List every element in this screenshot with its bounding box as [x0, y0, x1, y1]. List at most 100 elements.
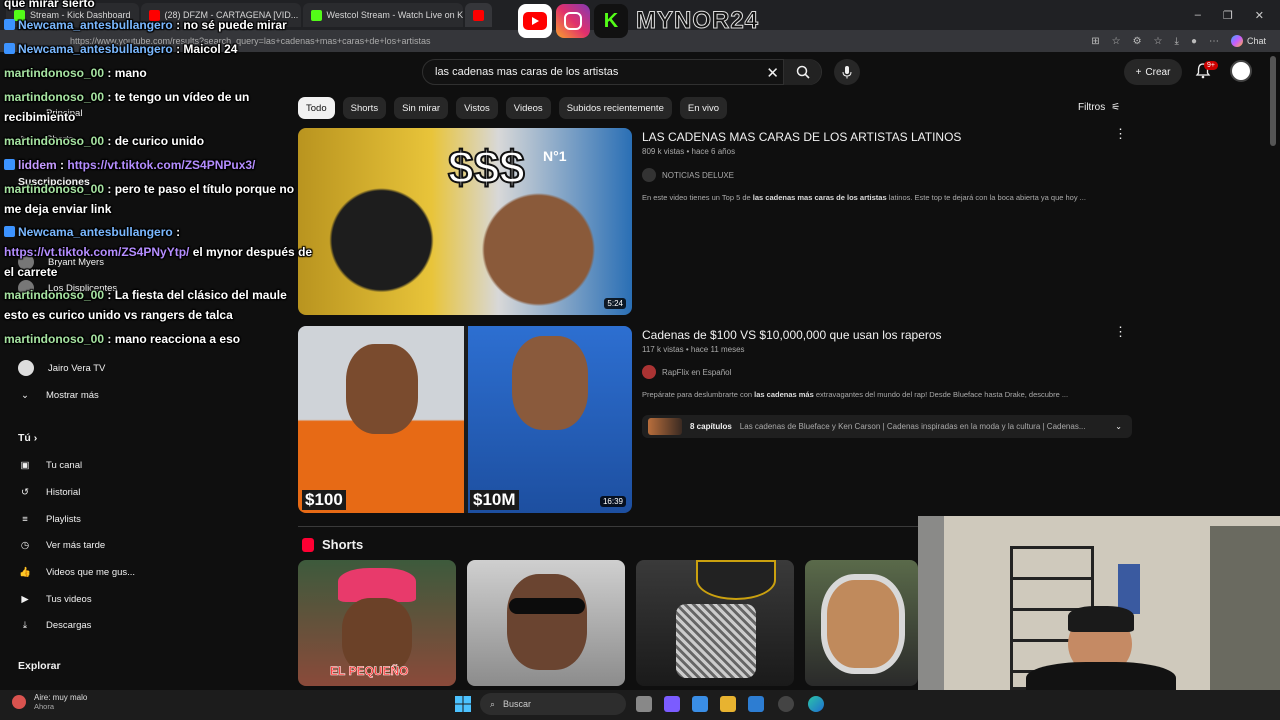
streamer-name: MYNOR24 — [635, 7, 760, 35]
chat-user: liddem — [18, 158, 57, 172]
teams-icon[interactable] — [664, 696, 680, 712]
clear-search-icon[interactable]: ✕ — [766, 64, 779, 82]
edge-browser-icon[interactable] — [808, 696, 824, 712]
video-desc-2: Prepárate para deslumbrarte con las cade… — [642, 390, 1122, 399]
thumbnail-face — [342, 598, 412, 674]
voice-search-button[interactable] — [834, 59, 860, 85]
chat-text: : mano reacciona a eso — [107, 332, 241, 346]
screen: Stream - Kick Dashboard (28) DFZM - CART… — [0, 0, 1280, 720]
chat-user: martindonoso_00 — [4, 134, 105, 148]
desc-text: En este video tienes un Top 5 de — [642, 193, 753, 202]
kick-logo-icon: K — [594, 4, 628, 38]
short-thumbnail-2[interactable] — [467, 560, 625, 686]
video-menu-icon[interactable]: ⋮ — [1114, 126, 1127, 142]
sidebar-item-historial[interactable]: ↺ Historial — [18, 485, 80, 499]
divider — [298, 526, 918, 527]
profile-icon[interactable]: ● — [1191, 36, 1197, 47]
video-title-2[interactable]: Cadenas de $100 VS $10,000,000 que usan … — [642, 328, 942, 342]
weather-widget[interactable]: Aire: muy malo Ahora — [12, 693, 87, 711]
weather-title: Aire: muy malo — [34, 693, 88, 702]
chip-videos[interactable]: Videos — [505, 97, 551, 119]
maximize-icon[interactable]: ❐ — [1223, 9, 1233, 22]
sidebar-heading-explorar: Explorar — [18, 660, 61, 672]
weather-sub: Ahora — [34, 702, 55, 711]
create-button[interactable]: + Crear — [1124, 59, 1182, 85]
more-icon[interactable]: ⋯ — [1209, 36, 1219, 47]
chat-line: Newcama_antesbullangero : no sé puede mi… — [4, 18, 287, 32]
sidebar-label: Videos que me gus... — [46, 566, 136, 578]
channel-avatar — [18, 360, 34, 376]
short-thumbnail-4[interactable] — [805, 560, 918, 686]
windows-start-icon[interactable] — [455, 696, 471, 712]
collections-icon[interactable]: ⚙ — [1133, 36, 1142, 47]
store-icon[interactable] — [692, 696, 708, 712]
sidebar-item-descargas[interactable]: ⤓ Descargas — [18, 618, 92, 632]
sidebar-label: Historial — [46, 486, 81, 498]
shorts-section-heading: Shorts — [302, 537, 363, 552]
chat-text: esto es curico unido vs rangers de talca — [4, 308, 233, 322]
sidebar-sub-jairo-vera[interactable]: Jairo Vera TV — [18, 360, 105, 376]
chat-user: Newcama_antesbullangero — [18, 42, 173, 56]
channel-name: NOTICIAS DELUXE — [662, 170, 735, 180]
file-explorer-icon[interactable] — [720, 696, 736, 712]
chat-line: que mirar sierto — [4, 0, 95, 10]
mail-icon[interactable] — [748, 696, 764, 712]
chat-link[interactable]: https://vt.tiktok.com/ZS4PNyYtp/ — [4, 245, 189, 259]
video-channel-1[interactable]: NOTICIAS DELUXE — [642, 168, 734, 182]
chat-line: me deja enviar link — [4, 202, 111, 216]
chevron-down-icon[interactable]: ⌄ — [1115, 422, 1132, 431]
sidebar-item-liked[interactable]: 👍 Videos que me gus... — [18, 565, 135, 579]
chapters-bar[interactable]: 8 capítulos Las cadenas de Blueface y Ke… — [642, 415, 1132, 438]
sidebar-label: Tu canal — [46, 459, 83, 471]
chip-shorts[interactable]: Shorts — [342, 97, 387, 119]
thumbnail-face — [346, 344, 418, 434]
chat-text: : La fiesta del clásico del maule — [107, 288, 287, 302]
sidebar-label: Playlists — [46, 513, 81, 525]
video-thumbnail-1[interactable]: $$$ N°1 5:24 — [298, 128, 632, 315]
window-controls: – ❐ ✕ — [1195, 9, 1280, 22]
extensions-icon[interactable]: ⊞ — [1091, 36, 1099, 47]
chat-line: martindonoso_00 : mano — [4, 66, 147, 80]
account-avatar[interactable] — [1230, 60, 1252, 82]
video-title-1[interactable]: LAS CADENAS MAS CARAS DE LOS ARTISTAS LA… — [642, 130, 961, 144]
filter-chips: Todo Shorts Sin mirar Vistos Videos Subi… — [298, 97, 728, 119]
chip-sin-mirar[interactable]: Sin mirar — [394, 97, 449, 119]
filters-button[interactable]: Filtros ⚟ — [1078, 102, 1120, 113]
tab-title: Westcol Stream - Watch Live on Ki... — [326, 10, 463, 20]
short-thumbnail-3[interactable] — [636, 560, 794, 686]
kick-letter: K — [603, 9, 619, 32]
chip-en-vivo[interactable]: En vivo — [679, 97, 728, 119]
chat-link[interactable]: https://vt.tiktok.com/ZS4PNPux3/ — [67, 158, 255, 172]
chip-subidos-recientemente[interactable]: Subidos recientemente — [558, 97, 672, 119]
desc-text: latinos. Este top te dejará con la boca … — [886, 193, 1086, 202]
sidebar-heading-tu[interactable]: Tú › — [18, 432, 37, 444]
create-label: Crear — [1145, 66, 1171, 78]
favorites-icon[interactable]: ☆ — [1154, 36, 1163, 47]
search-input[interactable]: las cadenas mas caras de los artistas ✕ — [422, 59, 822, 85]
sidebar-item-tus-videos[interactable]: ▶ Tus videos — [18, 592, 91, 606]
minimize-icon[interactable]: – — [1195, 9, 1201, 22]
copilot-button[interactable]: Chat — [1230, 35, 1266, 47]
short-thumbnail-1[interactable]: EL PEQUEÑO — [298, 560, 456, 686]
chip-vistos[interactable]: Vistos — [456, 97, 498, 119]
sidebar-item-ver-mas-tarde[interactable]: ◷ Ver más tarde — [18, 538, 105, 552]
sidebar-item-tu-canal[interactable]: ▣ Tu canal — [18, 458, 83, 472]
browser-tab-youtube-active[interactable] — [464, 3, 492, 27]
chip-todo[interactable]: Todo — [298, 97, 335, 119]
thumbnail-face — [821, 574, 905, 674]
video-channel-2[interactable]: RapFlix en Español — [642, 365, 731, 379]
browser-tab-westcol[interactable]: Westcol Stream - Watch Live on Ki... — [302, 3, 463, 27]
search-button[interactable] — [783, 59, 821, 85]
favorite-star-icon[interactable]: ☆ — [1112, 36, 1121, 47]
close-icon[interactable]: ✕ — [1255, 9, 1264, 22]
sidebar-show-more[interactable]: ⌄ Mostrar más — [18, 388, 99, 402]
video-duration: 16:39 — [599, 496, 626, 507]
task-view-icon[interactable] — [636, 696, 652, 712]
obs-icon[interactable] — [778, 696, 794, 712]
sidebar-item-playlists[interactable]: ≡ Playlists — [18, 512, 81, 526]
taskbar-search[interactable]: ⌕ Buscar — [480, 693, 626, 715]
video-thumbnail-2[interactable]: $100 $10M 16:39 — [298, 326, 632, 513]
page-scrollbar[interactable] — [1270, 56, 1276, 146]
video-menu-icon[interactable]: ⋮ — [1114, 324, 1127, 340]
download-icon[interactable]: ⤓ — [1175, 36, 1179, 47]
